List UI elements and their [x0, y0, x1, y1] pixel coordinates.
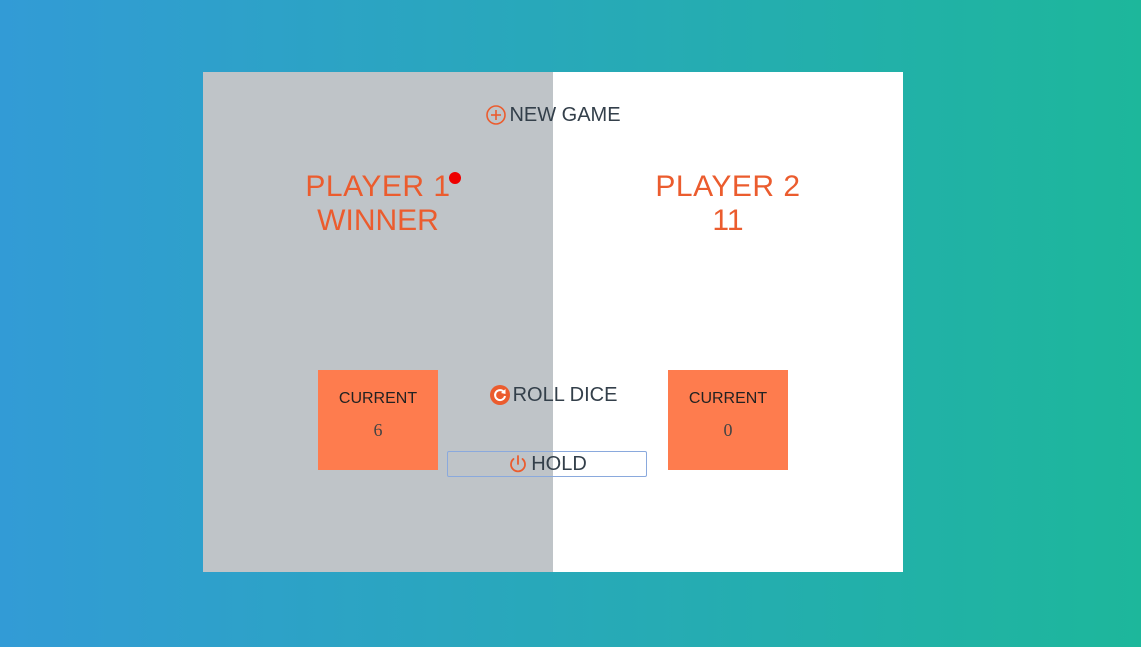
hold-button[interactable]: HOLD — [447, 451, 647, 477]
player-2-current-box: CURRENT 0 — [668, 370, 788, 470]
player-2-score: 11 — [712, 204, 744, 237]
plus-circle-icon — [485, 104, 507, 126]
player-2-current-label: CURRENT — [688, 390, 768, 407]
player-2-name: PLAYER 2 — [655, 170, 801, 203]
refresh-icon — [489, 384, 511, 406]
player-1-current-box: CURRENT 6 — [318, 370, 438, 470]
roll-dice-button[interactable]: ROLL DICE — [448, 382, 658, 408]
player-1-current-score: 6 — [373, 420, 383, 440]
roll-dice-label: ROLL DICE — [512, 383, 618, 406]
player-1-name: PLAYER 1 — [305, 170, 451, 203]
player-2-current-score: 0 — [723, 420, 733, 440]
new-game-button[interactable]: NEW GAME — [448, 102, 658, 128]
player-1-panel: PLAYER 1 WINNER CURRENT 6 — [203, 72, 553, 572]
player-1-score: WINNER — [317, 204, 439, 237]
player-2-panel: PLAYER 2 11 CURRENT 0 — [553, 72, 903, 572]
player-1-current-label: CURRENT — [338, 390, 418, 407]
game-board: PLAYER 1 WINNER CURRENT 6 PLAYER 2 11 CU… — [203, 72, 903, 572]
new-game-label: NEW GAME — [509, 103, 621, 126]
active-player-indicator — [449, 172, 461, 184]
hold-label: HOLD — [531, 452, 587, 475]
power-icon — [507, 453, 529, 475]
